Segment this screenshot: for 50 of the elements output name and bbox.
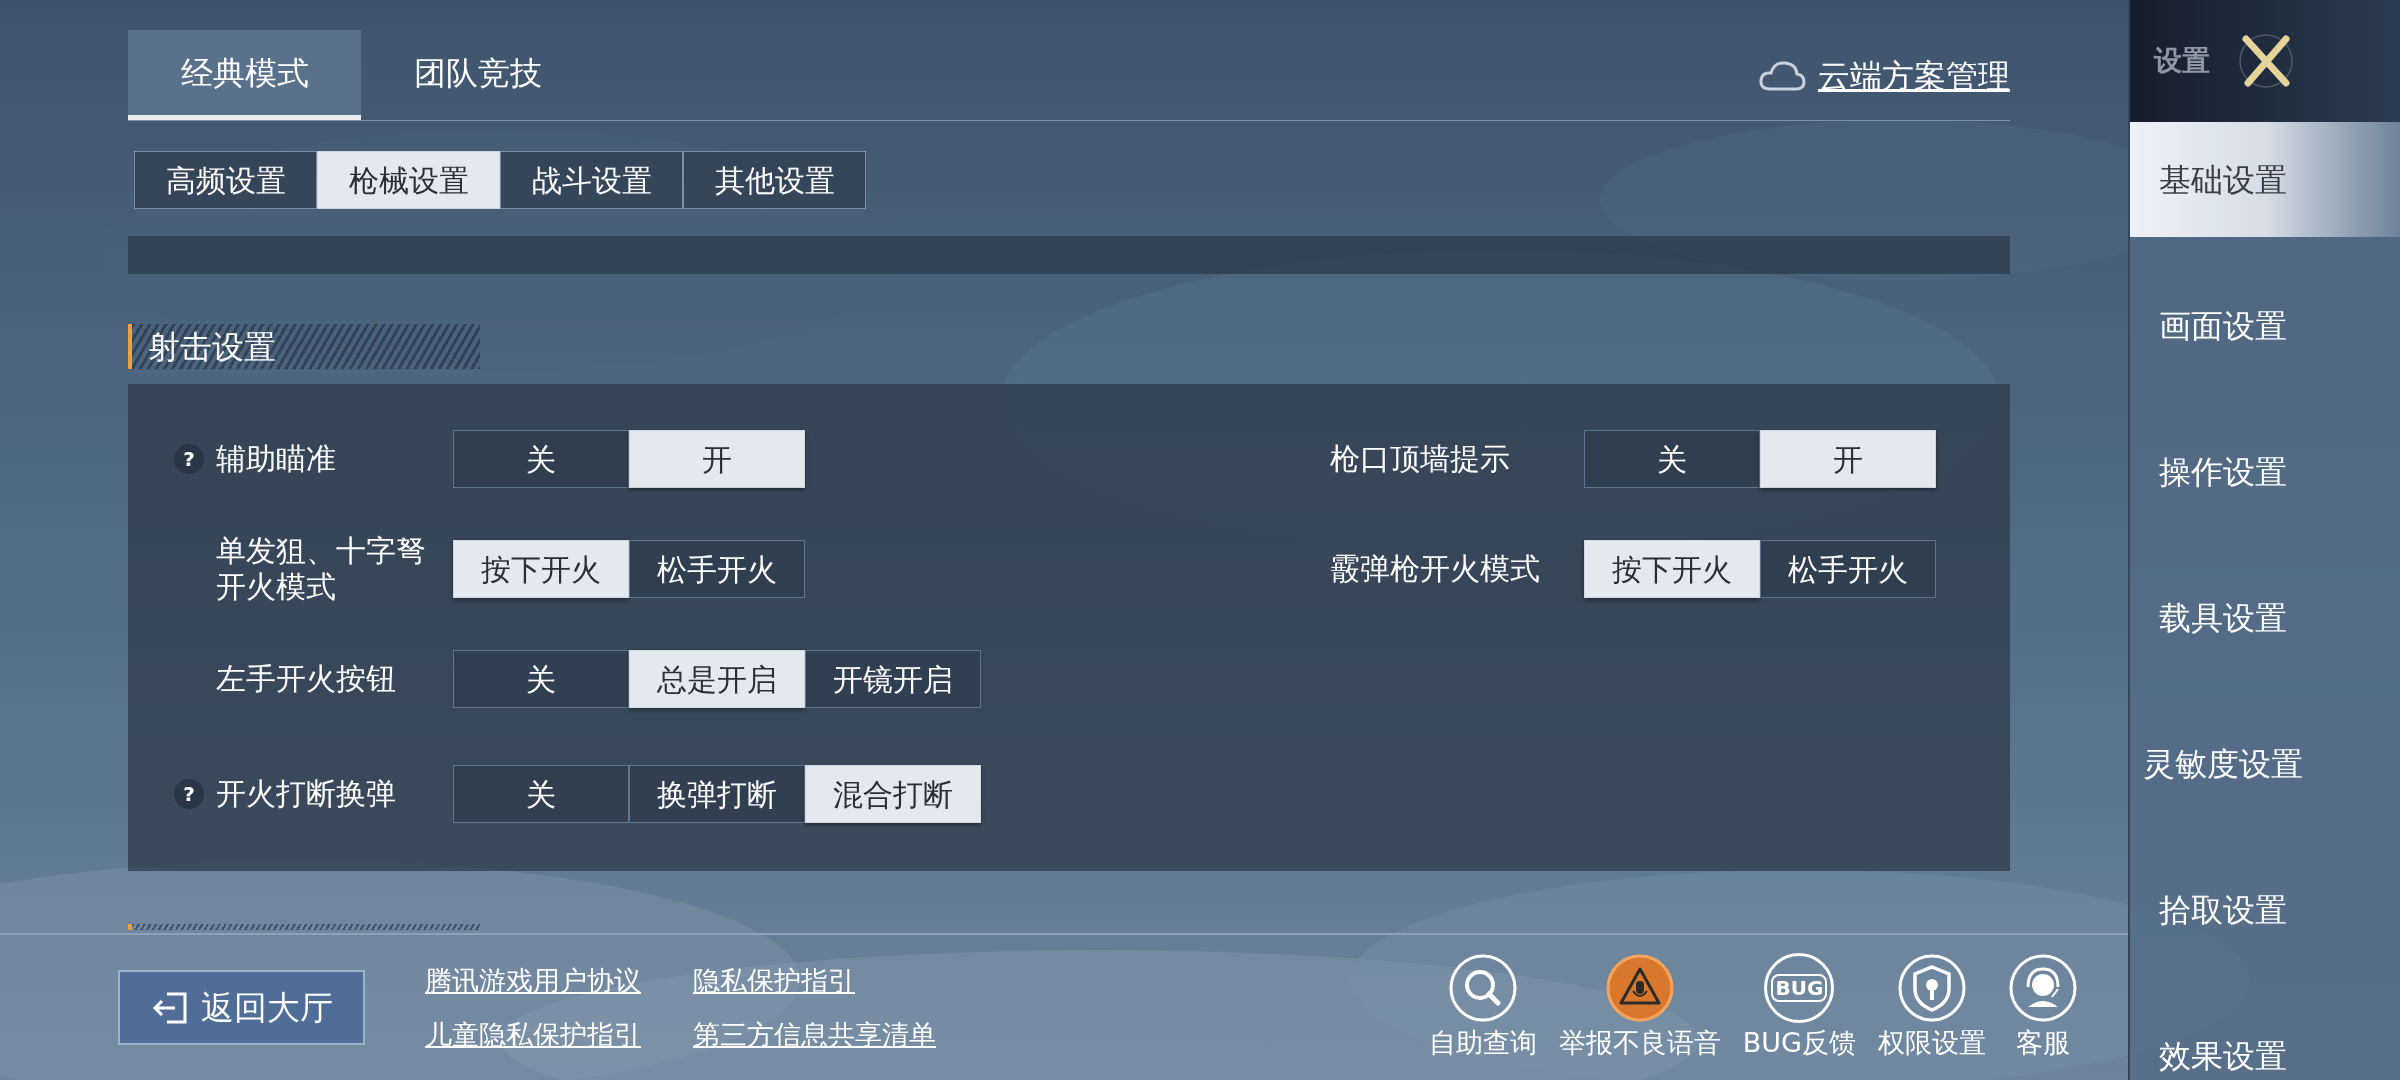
setting-label: 霰弹枪开火模式: [1330, 551, 1541, 587]
sidebar-item[interactable]: 基础设置: [2130, 122, 2400, 237]
sidebar-item[interactable]: 操作设置: [2130, 414, 2400, 529]
sidebar-title: 设置: [2154, 43, 2210, 79]
option-button[interactable]: 关: [453, 650, 629, 708]
cloud-icon: [1758, 59, 1806, 93]
policy-link[interactable]: 腾讯游戏用户协议: [425, 962, 641, 999]
bug-icon: BUG: [1764, 952, 1835, 1023]
tool-label[interactable]: 权限设置: [1878, 1022, 1986, 1063]
sidebar-item[interactable]: 效果设置: [2130, 998, 2400, 1080]
help-icon[interactable]: ?: [174, 779, 204, 809]
setting-label: 辅助瞄准: [216, 441, 337, 477]
mode-tab[interactable]: 团队竞技: [361, 30, 594, 120]
option-button[interactable]: 关: [453, 430, 629, 488]
option-button[interactable]: 关: [453, 765, 629, 823]
section-header: 射击设置: [128, 324, 480, 369]
option-button[interactable]: 关: [1584, 430, 1760, 488]
help-icon[interactable]: ?: [174, 444, 204, 474]
policy-link[interactable]: 儿童隐私保护指引: [425, 1016, 641, 1053]
option-button[interactable]: 换弹打断: [629, 765, 805, 823]
setting-label: 枪口顶墙提示: [1330, 441, 1511, 477]
sub-tab[interactable]: 高频设置: [134, 151, 317, 209]
option-button[interactable]: 按下开火: [1584, 540, 1760, 598]
sub-tab[interactable]: 战斗设置: [500, 151, 683, 209]
sub-tab[interactable]: 其他设置: [683, 151, 866, 209]
setting-label: 左手开火按钮: [216, 661, 397, 697]
sub-tab[interactable]: 枪械设置: [317, 151, 500, 209]
tool-label[interactable]: 客服: [2016, 1022, 2070, 1063]
option-button[interactable]: 总是开启: [629, 650, 805, 708]
setting-label: 单发狙、十字弩开火模式: [216, 533, 427, 605]
tool-label[interactable]: BUG反馈: [1742, 1022, 1856, 1063]
headset-icon: [2008, 952, 2078, 1023]
back-to-lobby-button[interactable]: 返回大厅: [118, 970, 365, 1045]
option-button[interactable]: 开: [629, 430, 805, 488]
option-button[interactable]: 按下开火: [453, 540, 629, 598]
search-icon: [1447, 952, 1518, 1023]
option-button[interactable]: 松手开火: [1760, 540, 1936, 598]
shield-icon: [1897, 952, 1967, 1023]
option-button[interactable]: 开镜开启: [805, 650, 981, 708]
sidebar-item[interactable]: 画面设置: [2130, 268, 2400, 383]
option-button[interactable]: 混合打断: [805, 765, 981, 823]
option-button[interactable]: 开: [1760, 430, 1936, 488]
mode-tab[interactable]: 经典模式: [128, 30, 361, 120]
option-button[interactable]: 松手开火: [629, 540, 805, 598]
microphone-warning-icon: [1604, 952, 1675, 1023]
sidebar-item[interactable]: 灵敏度设置: [2130, 706, 2400, 821]
setting-label: 开火打断换弹: [216, 776, 397, 812]
sidebar-item[interactable]: 载具设置: [2130, 560, 2400, 675]
cloud-plan-link[interactable]: 云端方案管理: [1818, 52, 2010, 100]
sidebar-item[interactable]: 拾取设置: [2130, 852, 2400, 967]
